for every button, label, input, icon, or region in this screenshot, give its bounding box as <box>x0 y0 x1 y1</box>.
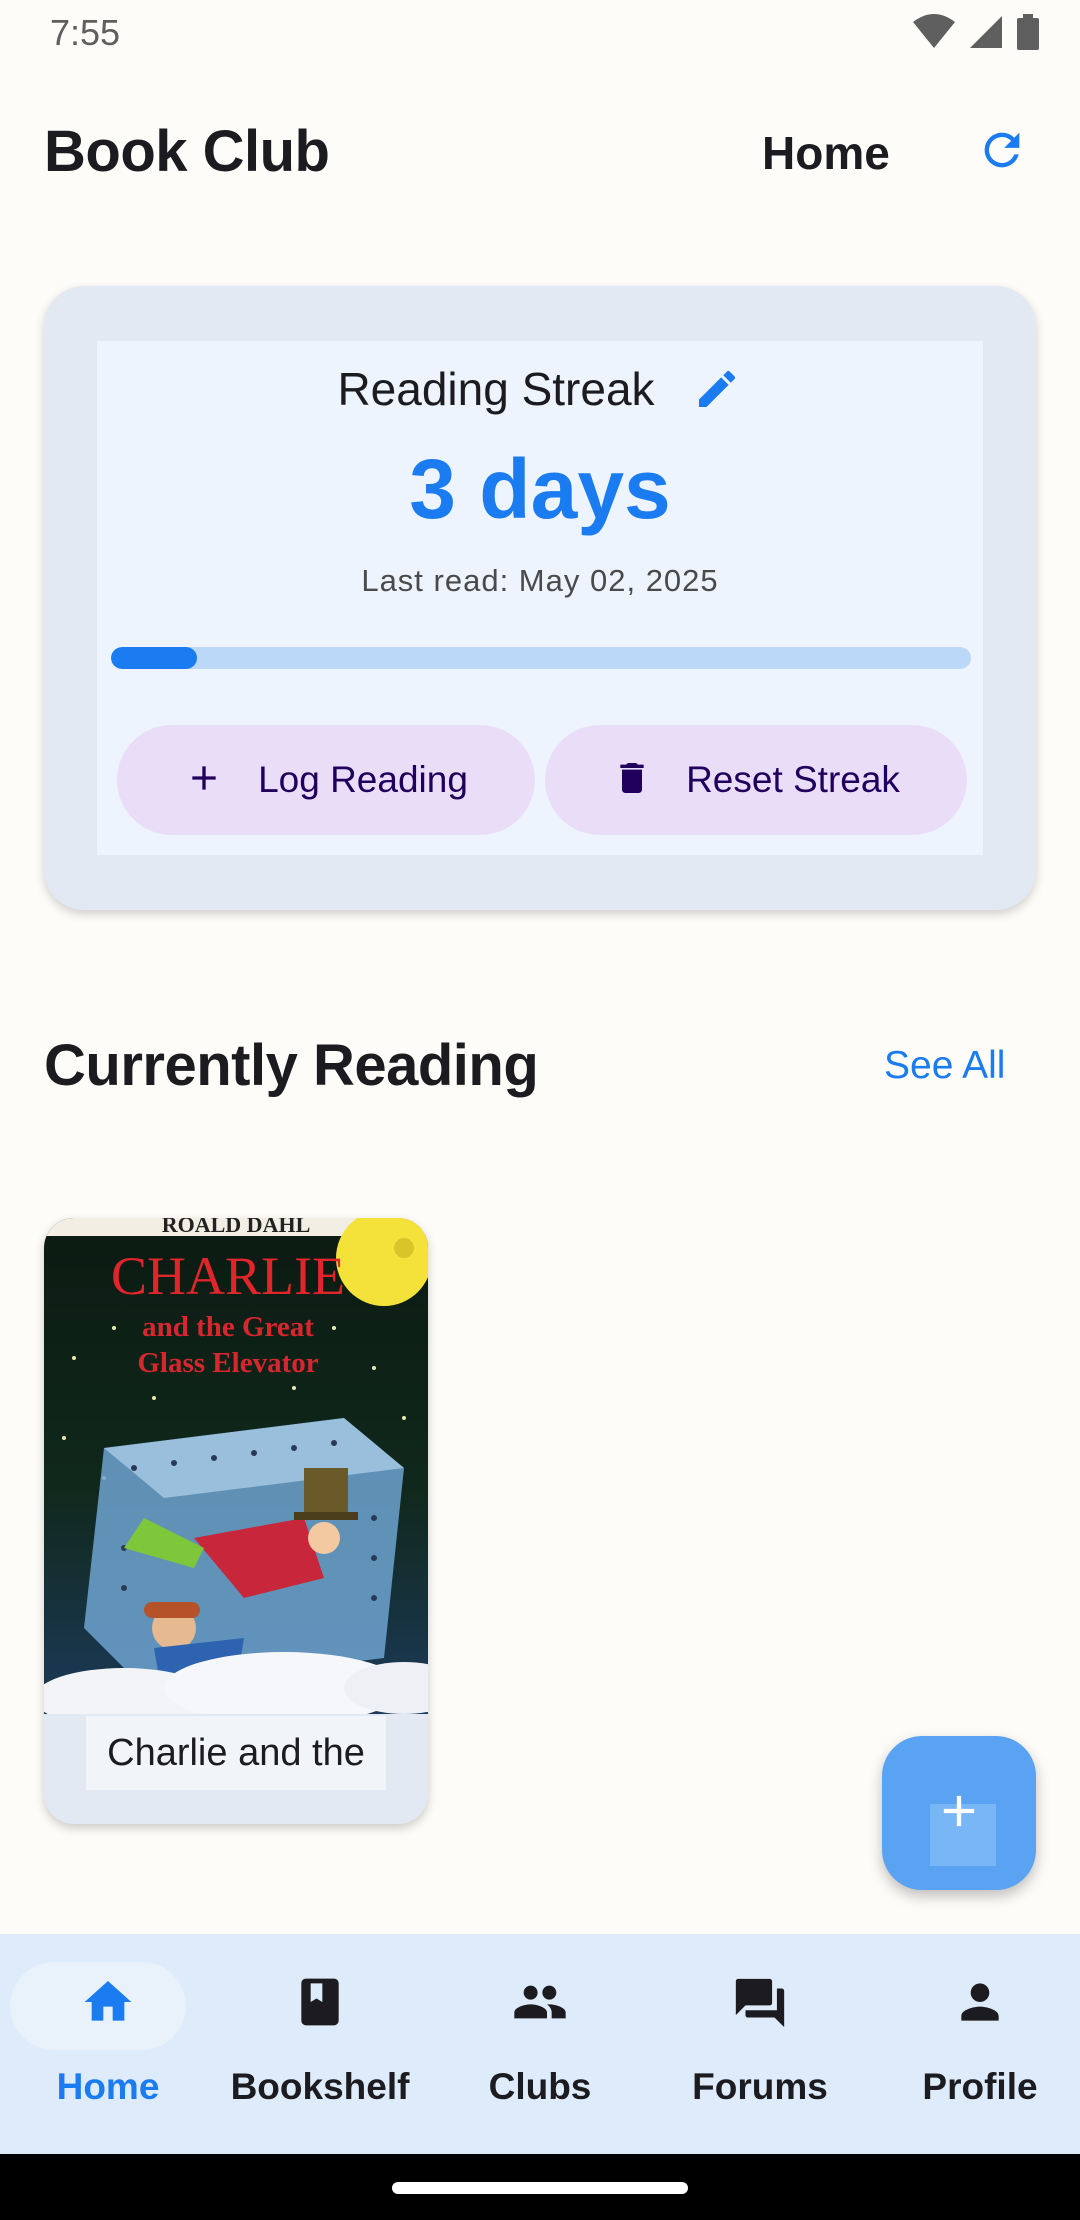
nav-item-forums[interactable]: Forums <box>652 1934 868 2154</box>
nav-item-bookshelf[interactable]: Bookshelf <box>212 1934 428 2154</box>
cover-title-line1: CHARLIE <box>111 1246 345 1306</box>
plus-icon <box>184 758 224 803</box>
gesture-handle[interactable] <box>392 2182 688 2194</box>
refresh-button[interactable] <box>972 122 1032 182</box>
reset-streak-label: Reset Streak <box>686 759 900 800</box>
reading-streak-content: Reading Streak 3 days Last read: May 02,… <box>97 341 983 855</box>
nav-item-profile[interactable]: Profile <box>872 1934 1080 2154</box>
book-icon <box>292 1974 348 2035</box>
system-gesture-area <box>0 2154 1080 2220</box>
nav-label-home: Home <box>56 2066 160 2107</box>
nav-label-bookshelf: Bookshelf <box>230 2066 410 2107</box>
currently-reading-title: Currently Reading <box>44 1033 539 1098</box>
nav-item-clubs[interactable]: Clubs <box>432 1934 648 2154</box>
app-bar: Book Club Home <box>0 100 1080 210</box>
wifi-icon <box>912 14 956 50</box>
streak-count: 3 days <box>409 442 671 536</box>
book-cover-image: ROALD DAHL CHARLIE and the Great Glass E… <box>44 1218 428 1714</box>
streak-progress-bar <box>111 647 971 669</box>
bottom-navigation: Home Bookshelf Clubs Forums Profile <box>0 1934 1080 2154</box>
plus-icon <box>933 1785 985 1842</box>
book-card[interactable]: ROALD DAHL CHARLIE and the Great Glass E… <box>44 1218 428 1824</box>
trash-icon <box>612 756 652 805</box>
edit-icon[interactable] <box>691 363 743 415</box>
reset-streak-button[interactable]: Reset Streak <box>545 725 967 835</box>
status-bar: 7:55 <box>0 0 1080 66</box>
person-icon <box>952 1974 1008 2035</box>
streak-progress-fill <box>111 647 197 669</box>
log-reading-label: Log Reading <box>258 759 468 800</box>
cover-author: ROALD DAHL <box>162 1218 311 1237</box>
current-section-title: Home <box>762 127 890 179</box>
refresh-icon <box>976 124 1028 181</box>
nav-item-home[interactable]: Home <box>0 1934 216 2154</box>
nav-label-clubs: Clubs <box>488 2066 592 2107</box>
reading-streak-card: Reading Streak 3 days Last read: May 02,… <box>44 286 1036 910</box>
status-icons <box>912 14 1040 50</box>
log-reading-button[interactable]: Log Reading <box>117 725 535 835</box>
nav-label-forums: Forums <box>692 2066 828 2107</box>
nav-label-profile: Profile <box>922 2066 1038 2107</box>
app-title: Book Club <box>44 119 330 184</box>
cover-title-line2: and the Great <box>142 1311 314 1343</box>
see-all-link[interactable]: See All <box>884 1044 1005 1088</box>
add-fab-button[interactable] <box>882 1736 1036 1890</box>
screen: 7:55 Book Club Home Reading Streak 3 day… <box>0 0 1080 2220</box>
battery-icon <box>1016 14 1040 50</box>
signal-icon <box>968 14 1004 50</box>
streak-title: Reading Streak <box>337 363 655 415</box>
streak-title-row: Reading Streak <box>97 359 983 419</box>
last-read-date: Last read: May 02, 2025 <box>361 563 719 598</box>
forum-icon <box>731 1974 789 2037</box>
home-icon <box>80 1974 136 2035</box>
book-title: Charlie and the <box>107 1731 365 1774</box>
group-icon <box>509 1974 571 2035</box>
cover-title-line3: Glass Elevator <box>137 1347 318 1379</box>
book-title-box: Charlie and the <box>86 1716 386 1790</box>
status-time: 7:55 <box>50 12 121 53</box>
